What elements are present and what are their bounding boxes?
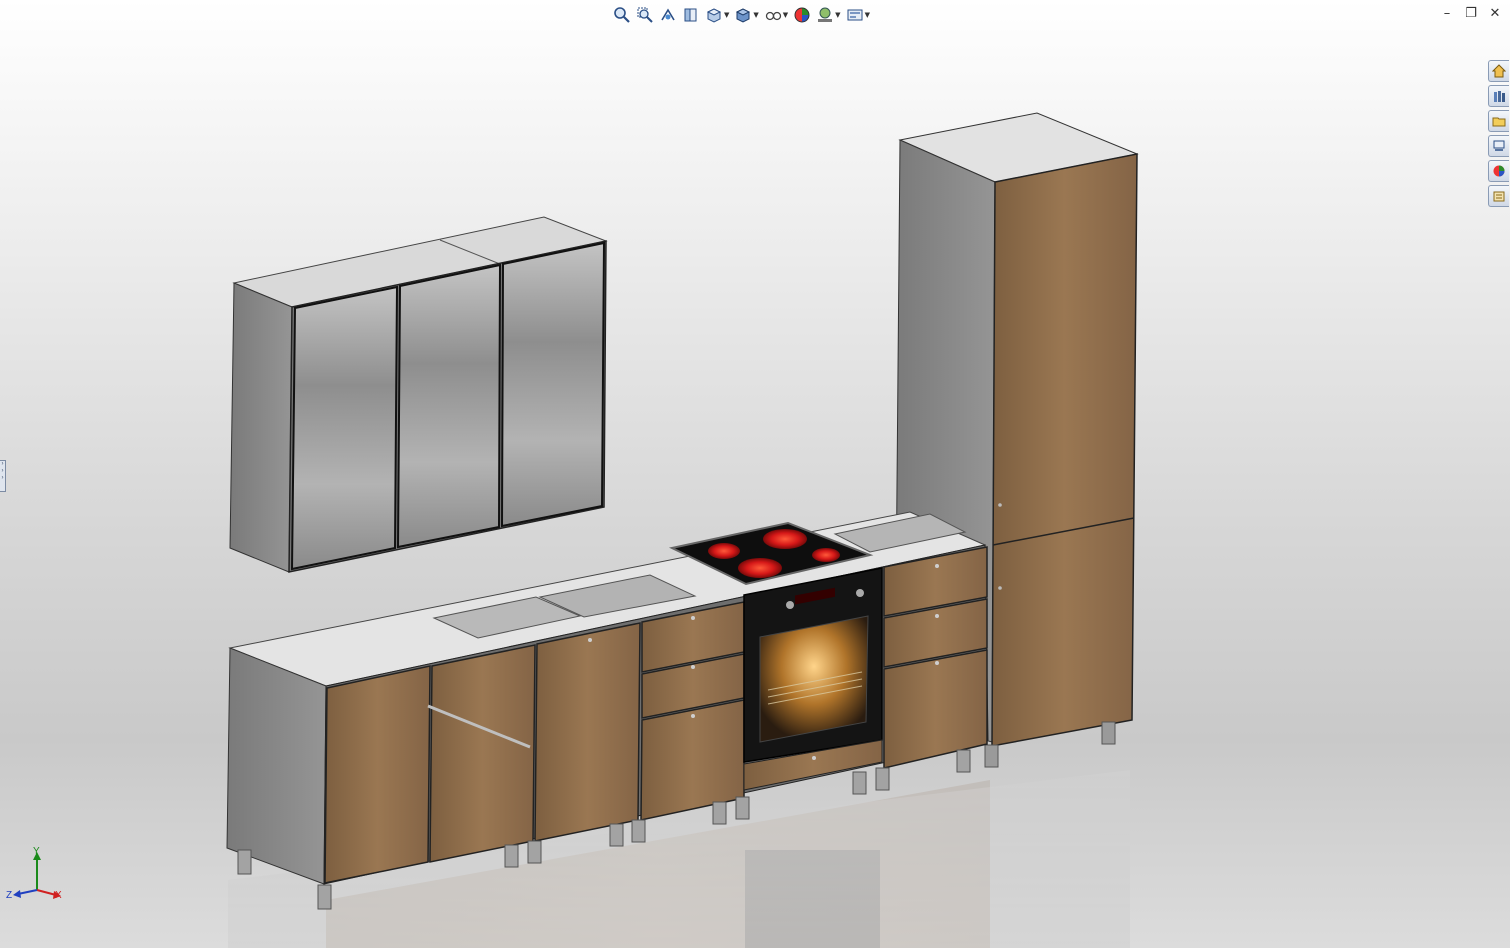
zoom-to-area-icon[interactable] (635, 5, 655, 25)
chevron-down-icon: ▼ (753, 11, 759, 19)
design-library-icon[interactable] (1488, 85, 1509, 107)
appearances-icon[interactable] (1488, 160, 1509, 182)
triad-x-label: X (55, 890, 62, 901)
edit-appearance-icon[interactable] (792, 5, 812, 25)
minimize-button[interactable]: – (1438, 5, 1456, 21)
custom-properties-icon[interactable] (1488, 185, 1509, 207)
chevron-down-icon: ▼ (864, 11, 870, 19)
hide-show-items-icon[interactable]: ▼ (763, 5, 789, 25)
apply-scene-icon[interactable]: ▼ (815, 5, 841, 25)
section-view-icon[interactable] (681, 5, 701, 25)
chevron-right-icon: › (1, 468, 4, 474)
chevron-right-icon: › (1, 461, 4, 467)
reference-triad: Y X Z (4, 846, 68, 908)
view-palette-icon[interactable] (1488, 135, 1509, 157)
upper-wall-cabinet (229, 216, 608, 573)
file-explorer-icon[interactable] (1488, 110, 1509, 132)
home-icon[interactable] (1488, 60, 1509, 82)
view-orientation-icon[interactable]: ▼ (704, 5, 730, 25)
close-button[interactable]: ✕ (1486, 5, 1504, 21)
task-pane-tabs (1488, 60, 1510, 207)
view-settings-icon[interactable]: ▼ (845, 5, 871, 25)
zoom-to-fit-icon[interactable] (612, 5, 632, 25)
previous-view-icon[interactable] (658, 5, 678, 25)
feature-manager-expand-handle[interactable]: › › › (0, 460, 6, 492)
chevron-down-icon: ▼ (724, 11, 730, 19)
window-controls: – ❐ ✕ (1438, 5, 1504, 21)
restore-button[interactable]: ❐ (1462, 5, 1480, 21)
chevron-down-icon: ▼ (835, 11, 841, 19)
chevron-right-icon: › (1, 475, 4, 481)
display-style-icon[interactable]: ▼ (733, 5, 759, 25)
kitchen-model[interactable] (0, 0, 1510, 948)
graphics-area[interactable]: ▼ ▼ ▼ ▼ ▼ – ❐ ✕ › › › Y X Z (0, 0, 1510, 948)
chevron-down-icon: ▼ (782, 11, 789, 19)
triad-y-label: Y (33, 846, 40, 857)
heads-up-view-toolbar: ▼ ▼ ▼ ▼ ▼ (612, 4, 871, 26)
triad-z-label: Z (6, 890, 13, 901)
